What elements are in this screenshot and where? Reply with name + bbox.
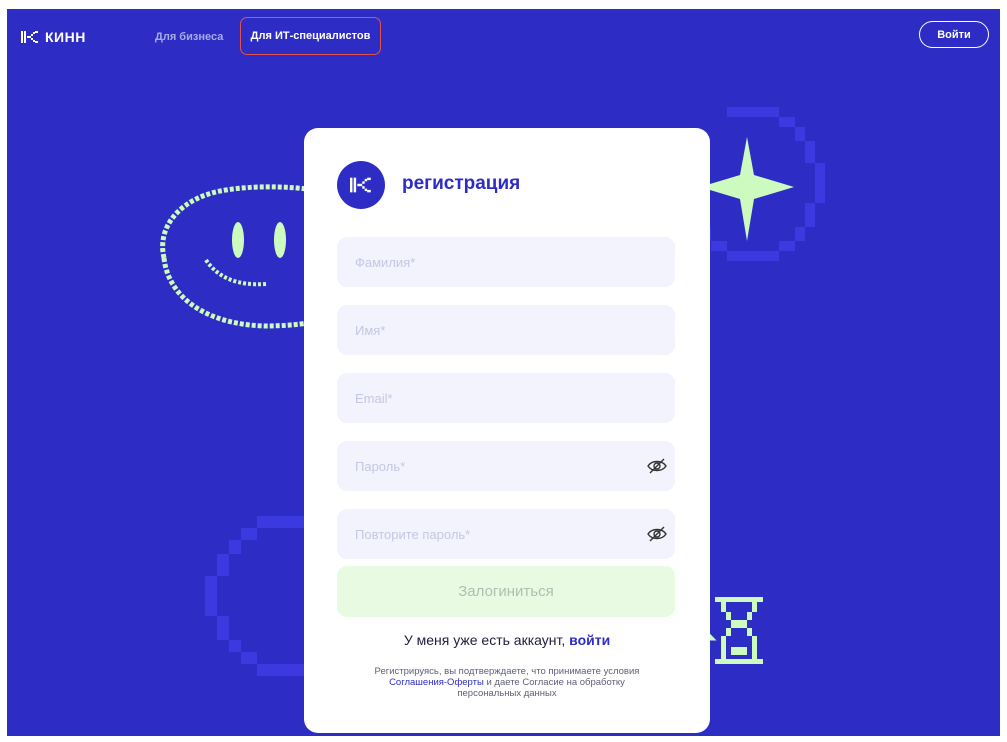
smiley-decoration (160, 184, 315, 329)
email-field[interactable] (337, 373, 675, 423)
brand-logo[interactable]: КИНН (21, 29, 86, 45)
first-name-field[interactable] (337, 305, 675, 355)
pixel-shape-decoration (205, 516, 309, 676)
eye-off-icon[interactable] (646, 457, 668, 475)
page-background: КИНН Для бизнеса Для ИТ-специалистов Вой… (7, 9, 1000, 736)
password-field[interactable] (337, 441, 675, 491)
brand-name: КИНН (45, 29, 86, 45)
submit-button[interactable]: Залогиниться (337, 566, 675, 617)
login-link[interactable]: войти (569, 632, 610, 648)
login-button[interactable]: Войти (919, 21, 989, 48)
kinn-logo-icon (21, 31, 38, 43)
nav-link-it-specialists-label: Для ИТ-специалистов (250, 30, 371, 42)
form-title: регистрация (402, 173, 521, 194)
nav-link-business[interactable]: Для бизнеса (155, 31, 223, 43)
last-name-field[interactable] (337, 237, 675, 287)
have-account-line: У меня уже есть аккаунт, войти (304, 632, 710, 648)
registration-card: регистрация Залогиниться У меня уже есть… (304, 128, 710, 733)
kinn-logo-icon (350, 177, 371, 193)
logo-badge (337, 161, 385, 209)
password-repeat-field[interactable] (337, 509, 675, 559)
legal-text-before: Регистрируясь, вы подтверждаете, что при… (374, 666, 640, 677)
have-account-text: У меня уже есть аккаунт, (403, 632, 570, 648)
nav-link-it-specialists[interactable]: Для ИТ-специалистов (240, 17, 381, 55)
eye-off-icon[interactable] (646, 525, 668, 543)
legal-notice: Регистрируясь, вы подтверждаете, что при… (362, 666, 652, 699)
offer-agreement-link[interactable]: Соглашения-Оферты (389, 677, 484, 688)
